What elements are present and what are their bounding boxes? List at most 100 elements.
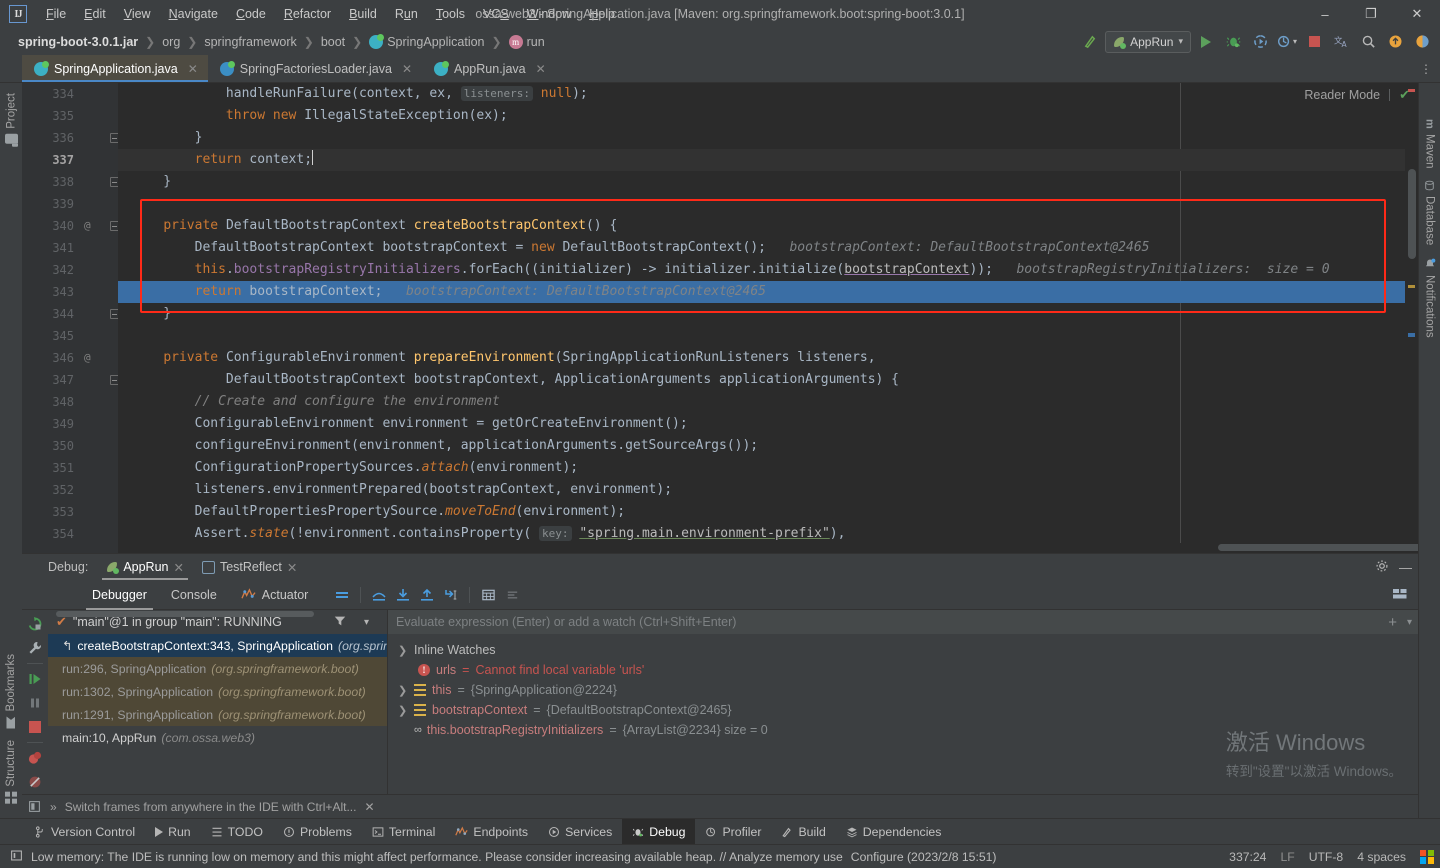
rerun-icon[interactable] [22,612,48,636]
close-icon[interactable]: ✕ [188,62,198,76]
inspection-check-icon[interactable]: ✔ [1399,87,1410,103]
frame-row[interactable]: main:10, AppRun (com.ossa.web3) [48,726,387,749]
evaluate-icon[interactable] [476,584,500,606]
tab-actuator[interactable]: Actuator [229,580,321,610]
step-out-icon[interactable] [415,584,439,606]
error-stripe-mark[interactable] [1408,333,1415,337]
code-line[interactable]: listeners.environmentPrepared(bootstrapC… [118,479,1418,501]
close-icon[interactable]: ✕ [174,560,184,575]
chevron-right-icon[interactable]: ❯ [398,684,408,697]
menu-edit[interactable]: Edit [75,4,115,24]
toolwindow-debug[interactable]: Debug [622,818,696,845]
variable-row-inline-watches[interactable]: ❯ Inline Watches [388,640,1418,660]
scrollbar-thumb[interactable] [1408,169,1416,259]
close-button[interactable]: ✕ [1394,0,1440,28]
toolwindow-problems[interactable]: Problems [273,819,362,845]
code-line[interactable]: private ConfigurableEnvironment prepareE… [118,347,1418,369]
editor-tab-springfactoriesloader[interactable]: SpringFactoriesLoader.java ✕ [207,55,423,82]
mute-breakpoints-icon[interactable] [500,584,524,606]
breadcrumb-item-org[interactable]: org [158,34,184,50]
evaluate-expression-input[interactable]: Evaluate expression (Enter) or add a wat… [388,610,1418,634]
toolwindow-endpoints[interactable]: Endpoints [445,819,538,845]
editor-gutter[interactable]: 334 335 336 337 338 339 340 @ 341 342 343… [22,83,119,553]
code-line[interactable]: } [118,303,1418,325]
variable-row-this[interactable]: ❯ this = {SpringApplication@2224} [388,680,1418,700]
minimize-icon[interactable]: — [1399,560,1412,575]
minimize-button[interactable]: – [1302,0,1348,28]
code-line[interactable]: DefaultPropertiesPropertySource.moveToEn… [118,501,1418,523]
editor-tab-apprun[interactable]: AppRun.java ✕ [422,55,556,82]
breadcrumb-item-springframework[interactable]: springframework [200,34,300,50]
menu-view[interactable]: View [115,4,160,24]
code-line[interactable]: ConfigurationPropertySources.attach(envi… [118,457,1418,479]
reader-mode-label[interactable]: Reader Mode [1304,88,1380,102]
breadcrumb-item-class[interactable]: SpringApplication [365,33,488,50]
variables-panel[interactable]: Evaluate expression (Enter) or add a wat… [388,610,1418,794]
code-line[interactable]: handleRunFailure(context, ex, listeners:… [118,83,1418,105]
code-line[interactable]: this.bootstrapRegistryInitializers.forEa… [118,259,1418,281]
updates-icon[interactable] [1383,31,1407,53]
code-line[interactable]: } [118,171,1418,193]
mute-breakpoints-icon[interactable] [22,770,48,794]
code-line[interactable]: return bootstrapContext; bootstrapContex… [118,281,1418,303]
toolwindow-services[interactable]: Services [538,819,622,845]
menu-build[interactable]: Build [340,4,386,24]
toolwindow-profiler[interactable]: Profiler [695,819,771,845]
menu-run[interactable]: Run [386,4,427,24]
code-line[interactable]: DefaultBootstrapContext bootstrapContext… [118,369,1418,391]
menu-refactor[interactable]: Refactor [275,4,340,24]
editor-horizontal-scrollbar[interactable] [118,543,1418,553]
run-with-coverage-icon[interactable] [1248,31,1272,53]
toolwindow-run[interactable]: Run [145,819,201,845]
toolwindow-version-control[interactable]: Version Control [24,819,145,845]
chevron-down-icon[interactable]: ▾ [1407,617,1412,628]
step-over-icon[interactable] [367,584,391,606]
debug-icon[interactable] [1221,31,1245,53]
run-to-cursor-icon[interactable] [439,584,463,606]
tabs-overflow-icon[interactable]: ⋮ [1420,55,1432,83]
menu-window[interactable]: Window [518,4,580,24]
frames-panel[interactable]: ✔ "main"@1 in group "main": RUNNING ▾ ↰ … [48,610,388,794]
breadcrumb-item-jar[interactable]: spring-boot-3.0.1.jar [14,34,142,50]
profiler-icon[interactable]: ▾ [1275,31,1299,53]
hint-expand-icon[interactable]: » [50,800,57,814]
frame-row[interactable]: run:1302, SpringApplication (org.springf… [48,680,387,703]
code-line[interactable]: Assert.state(!environment.containsProper… [118,523,1418,545]
ai-assistant-icon[interactable] [1410,31,1434,53]
sidebar-item-structure[interactable]: Structure [5,734,17,810]
menu-navigate[interactable]: Navigate [160,4,227,24]
breadcrumb-item-boot[interactable]: boot [317,34,349,50]
caret-position[interactable]: 337:24 [1229,850,1266,864]
menu-file[interactable]: File [37,4,75,24]
menu-code[interactable]: Code [227,4,275,24]
variable-row-urls[interactable]: ! urls = Cannot find local variable 'url… [388,660,1418,680]
configure-link[interactable]: Configure (2023/2/8 15:51) [851,850,997,864]
indent-setting[interactable]: 4 spaces [1357,850,1406,864]
close-icon[interactable]: ✕ [536,62,546,76]
resume-icon[interactable] [22,667,48,691]
run-configuration-selector[interactable]: AppRun ▾ [1105,30,1191,53]
editor-vertical-scrollbar[interactable] [1405,83,1418,553]
show-execution-point-icon[interactable] [330,584,354,606]
override-annotation-icon[interactable]: @ [84,215,91,237]
code-line[interactable] [118,325,1418,347]
search-icon[interactable] [1356,31,1380,53]
line-separator[interactable]: LF [1280,850,1294,864]
layout-settings-icon[interactable] [1388,584,1412,606]
step-into-icon[interactable] [391,584,415,606]
code-line[interactable]: } [118,127,1418,149]
close-icon[interactable]: ✕ [402,62,412,76]
frame-row[interactable]: ↰ createBootstrapContext:343, SpringAppl… [48,634,387,657]
scrollbar-thumb[interactable] [1218,544,1418,551]
editor-tab-springapplication[interactable]: SpringApplication.java ✕ [22,55,208,82]
stop-icon[interactable] [1302,31,1326,53]
code-line[interactable]: throw new IllegalStateException(ex); [118,105,1418,127]
debug-session-tab-testreflect[interactable]: TestReflect ✕ [194,554,305,580]
menu-vcs[interactable]: VCS [474,4,518,24]
frame-row[interactable]: run:1291, SpringApplication (org.springf… [48,703,387,726]
code-line[interactable]: // Create and configure the environment [118,391,1418,413]
pause-icon[interactable] [22,691,48,715]
stop-icon[interactable] [22,715,48,739]
close-icon[interactable]: ✕ [287,560,297,575]
variable-row-bootstrapcontext[interactable]: ❯ bootstrapContext = {DefaultBootstrapCo… [388,700,1418,720]
